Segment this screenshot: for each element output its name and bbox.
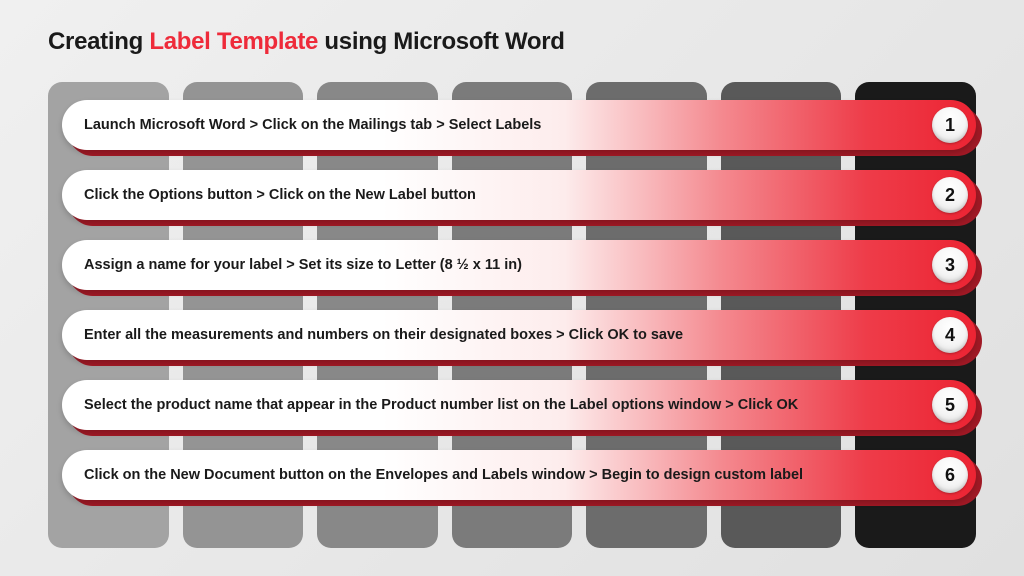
step-bar: Assign a name for your label > Set its s… <box>62 240 976 290</box>
step-row: Click on the New Document button on the … <box>62 450 976 500</box>
step-number-badge: 3 <box>932 247 968 283</box>
step-row: Launch Microsoft Word > Click on the Mai… <box>62 100 976 150</box>
title-pre: Creating <box>48 28 149 55</box>
step-text: Select the product name that appear in t… <box>84 397 798 413</box>
step-text: Launch Microsoft Word > Click on the Mai… <box>84 117 541 133</box>
step-text: Click on the New Document button on the … <box>84 467 803 483</box>
step-text: Enter all the measurements and numbers o… <box>84 327 683 343</box>
step-number-badge: 2 <box>932 177 968 213</box>
step-bar: Launch Microsoft Word > Click on the Mai… <box>62 100 976 150</box>
step-bar: Click the Options button > Click on the … <box>62 170 976 220</box>
step-bar: Click on the New Document button on the … <box>62 450 976 500</box>
step-row: Assign a name for your label > Set its s… <box>62 240 976 290</box>
title-accent: Label Template <box>149 28 318 55</box>
step-row: Select the product name that appear in t… <box>62 380 976 430</box>
step-number-badge: 5 <box>932 387 968 423</box>
step-bar: Select the product name that appear in t… <box>62 380 976 430</box>
step-text: Click the Options button > Click on the … <box>84 187 476 203</box>
step-row: Click the Options button > Click on the … <box>62 170 976 220</box>
step-text: Assign a name for your label > Set its s… <box>84 257 522 273</box>
step-row: Enter all the measurements and numbers o… <box>62 310 976 360</box>
page-title: Creating Label Template using Microsoft … <box>48 28 565 56</box>
step-number-badge: 6 <box>932 457 968 493</box>
step-bar: Enter all the measurements and numbers o… <box>62 310 976 360</box>
title-post: using Microsoft Word <box>318 28 565 55</box>
step-number-badge: 4 <box>932 317 968 353</box>
step-list: Launch Microsoft Word > Click on the Mai… <box>62 100 976 500</box>
step-number-badge: 1 <box>932 107 968 143</box>
